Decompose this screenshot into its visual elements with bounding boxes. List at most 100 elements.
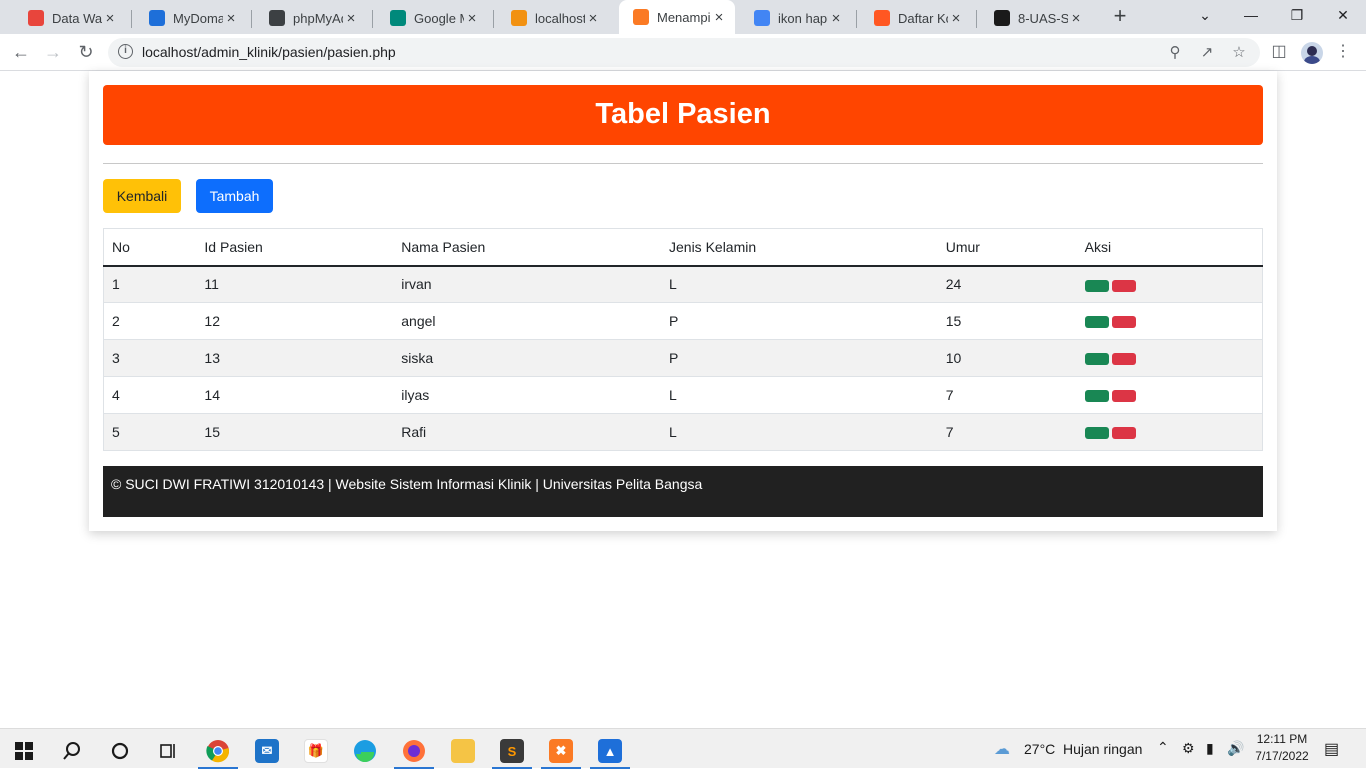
tray-chevron-icon[interactable]: ⌃ <box>1157 739 1169 756</box>
back-arrow-icon[interactable]: ← <box>9 40 33 64</box>
divider <box>103 163 1263 164</box>
cell-jk: L <box>661 413 938 451</box>
tab-close-icon[interactable]: × <box>102 10 118 27</box>
zoom-icon[interactable]: ⚲ <box>1166 44 1184 62</box>
browser-tab[interactable]: localhost /× <box>497 4 609 32</box>
tab-close-icon[interactable]: × <box>948 10 964 27</box>
page-footer: © SUCI DWI FRATIWI 312010143 | Website S… <box>103 466 1263 517</box>
page-viewport: Tabel Pasien Kembali Tambah No Id Pasien… <box>0 71 1366 728</box>
header-gender: Jenis Kelamin <box>661 228 938 267</box>
table-row: 1 11 irvan L 24 <box>103 265 1263 303</box>
browser-tab[interactable]: Daftar Koc× <box>860 4 972 32</box>
weather-temp[interactable]: 27°C <box>1024 741 1055 757</box>
file-explorer-icon[interactable] <box>439 733 487 769</box>
edge-app-icon[interactable] <box>341 733 389 769</box>
edit-button[interactable] <box>1084 390 1109 403</box>
cell-jk: L <box>661 265 938 303</box>
cell-actions <box>1076 376 1263 414</box>
site-info-icon[interactable]: i <box>118 44 133 59</box>
browser-tab-strip: Data Warg×MyDomail×phpMyAdr×Google Me×lo… <box>0 0 1366 34</box>
delete-button[interactable] <box>1111 390 1136 403</box>
tab-close-icon[interactable]: × <box>711 9 727 26</box>
edit-button[interactable] <box>1084 316 1109 329</box>
edit-button[interactable] <box>1084 427 1109 440</box>
cell-actions <box>1076 339 1263 377</box>
address-url[interactable]: localhost/admin_klinik/pasien/pasien.php <box>142 44 396 60</box>
meet-icon <box>390 10 406 26</box>
content-card: Tabel Pasien Kembali Tambah No Id Pasien… <box>89 71 1277 531</box>
search-icon[interactable] <box>48 733 96 769</box>
notification-icon[interactable]: ▤ <box>1324 739 1339 759</box>
browser-tab[interactable]: Google Me× <box>376 4 488 32</box>
browser-tab[interactable]: ikon hapus× <box>740 4 852 32</box>
cell-actions <box>1076 413 1263 451</box>
minimize-button[interactable]: — <box>1228 0 1274 30</box>
forward-arrow-icon[interactable]: → <box>41 40 65 64</box>
tab-search-icon[interactable]: ⌄ <box>1182 0 1228 30</box>
header-action: Aksi <box>1076 228 1263 267</box>
delete-button[interactable] <box>1111 353 1136 366</box>
table-header-row: No Id Pasien Nama Pasien Jenis Kelamin U… <box>103 228 1263 267</box>
address-bar[interactable]: i localhost/admin_klinik/pasien/pasien.p… <box>108 38 1260 67</box>
volume-icon[interactable]: 🔊 <box>1227 740 1244 757</box>
edit-button[interactable] <box>1084 353 1109 366</box>
delete-button[interactable] <box>1111 427 1136 440</box>
maximize-button[interactable]: ❐ <box>1274 0 1320 30</box>
tab-close-icon[interactable]: × <box>1068 10 1084 27</box>
taskbar-clock[interactable]: 12:11 PM 7/17/2022 <box>1250 731 1314 765</box>
back-button[interactable]: Kembali <box>103 179 181 213</box>
profile-avatar[interactable] <box>1301 42 1323 64</box>
add-button[interactable]: Tambah <box>196 179 273 213</box>
weather-cloud-icon[interactable]: ☁ <box>994 739 1010 759</box>
github-icon <box>994 10 1010 26</box>
cell-jk: P <box>661 302 938 340</box>
browser-tab[interactable]: MyDomail× <box>135 4 247 32</box>
xampp-app-icon[interactable]: ✖ <box>537 733 585 769</box>
cell-no: 1 <box>103 265 197 303</box>
chrome-app-icon[interactable] <box>194 733 242 769</box>
patient-table: No Id Pasien Nama Pasien Jenis Kelamin U… <box>103 228 1263 451</box>
delete-button[interactable] <box>1111 316 1136 329</box>
gift-app-icon[interactable]: 🎁 <box>292 733 340 769</box>
cortana-icon[interactable] <box>96 733 144 769</box>
meet-now-icon[interactable]: ⚙ <box>1182 740 1195 757</box>
cell-jk: L <box>661 376 938 414</box>
task-view-icon[interactable] <box>144 733 192 769</box>
share-icon[interactable]: ↗ <box>1198 44 1216 62</box>
table-row: 4 14 ilyas L 7 <box>103 376 1263 414</box>
tab-close-icon[interactable]: × <box>828 10 844 27</box>
firefox-app-icon[interactable] <box>390 733 438 769</box>
tab-separator <box>251 10 252 28</box>
battery-icon[interactable]: ▮ <box>1206 740 1214 757</box>
cell-umur: 7 <box>937 376 1077 414</box>
edit-button[interactable] <box>1084 279 1109 292</box>
browser-tab[interactable]: Menampilk× <box>619 0 735 34</box>
sublime-app-icon[interactable]: S <box>488 733 536 769</box>
browser-tab[interactable]: phpMyAdr× <box>255 4 367 32</box>
laptop-icon <box>269 10 285 26</box>
cell-umur: 24 <box>937 265 1077 303</box>
tab-close-icon[interactable]: × <box>343 10 359 27</box>
tab-close-icon[interactable]: × <box>464 10 480 27</box>
menu-kebab-icon[interactable]: ⋮ <box>1333 42 1353 62</box>
tab-close-icon[interactable]: × <box>585 10 601 27</box>
bookmark-star-icon[interactable]: ☆ <box>1230 44 1248 62</box>
mail-app-icon[interactable]: ✉ <box>243 733 291 769</box>
windows-start-icon[interactable] <box>0 733 48 769</box>
new-tab-button[interactable]: + <box>1108 5 1132 29</box>
tab-close-icon[interactable]: × <box>223 10 239 27</box>
browser-tab[interactable]: 8-UAS-SBI× <box>980 4 1092 32</box>
photos-app-icon[interactable]: ▲ <box>586 733 634 769</box>
delete-button[interactable] <box>1111 279 1136 292</box>
tab-title: Daftar Koc <box>898 10 948 26</box>
side-panel-icon[interactable]: ◫ <box>1269 42 1289 62</box>
tab-title: 8-UAS-SBI <box>1018 10 1068 26</box>
browser-tab[interactable]: Data Warg× <box>14 4 126 32</box>
header-no: No <box>103 228 197 267</box>
weather-desc[interactable]: Hujan ringan <box>1063 741 1142 757</box>
reload-icon[interactable]: ↻ <box>74 40 98 64</box>
xampp-icon <box>633 9 649 25</box>
close-window-button[interactable]: ✕ <box>1320 0 1366 30</box>
google-icon <box>754 10 770 26</box>
tab-title: phpMyAdr <box>293 10 343 26</box>
